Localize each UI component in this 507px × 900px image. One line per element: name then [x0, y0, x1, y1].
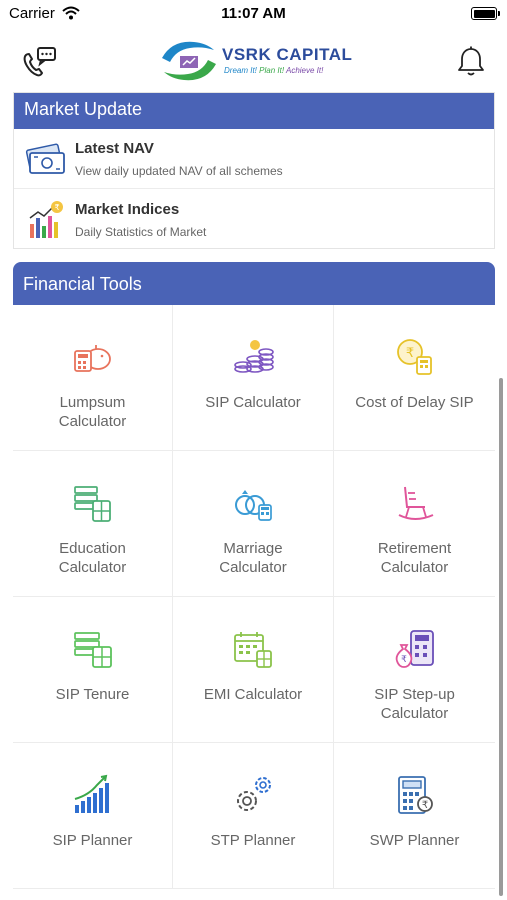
market-indices-item[interactable]: ₹ Market Indices Daily Statistics of Mar… — [14, 190, 494, 250]
tool-cost-of-delay-sip[interactable]: ₹ Cost of Delay SIP — [334, 305, 495, 451]
tool-label-line1: STP Planner — [210, 832, 296, 849]
tool-label-line1: SIP Planner — [52, 832, 133, 849]
svg-text:₹: ₹ — [421, 800, 427, 811]
financial-tools-title: Financial Tools — [23, 274, 142, 294]
tool-label: SIP Planner — [19, 831, 166, 850]
latest-nav-title: Latest NAV — [75, 140, 154, 157]
tool-sip-planner[interactable]: SIP Planner — [13, 743, 173, 889]
financial-tools-header: Financial Tools — [13, 262, 495, 305]
calendar-calculator-icon — [234, 632, 272, 668]
tool-label: Cost of Delay SIP — [340, 393, 489, 412]
tool-label-line1: Cost of Delay SIP — [355, 394, 474, 411]
tagline-part-1: Dream It! — [224, 66, 257, 75]
tool-retirement-calculator[interactable]: Retirement Calculator — [334, 451, 495, 597]
rocking-chair-icon — [398, 486, 433, 520]
tool-label-line2: Calculator — [219, 559, 287, 576]
tool-lumpsum-calculator[interactable]: Lumpsum Calculator — [13, 305, 173, 451]
tool-education-calculator[interactable]: Education Calculator — [13, 451, 173, 597]
tool-label-line2: Calculator — [380, 559, 449, 576]
tool-label: Retirement Calculator — [340, 539, 489, 577]
tagline-part-3: Achieve It! — [285, 66, 324, 75]
tool-sip-tenure[interactable]: SIP Tenure — [13, 597, 173, 743]
brand-logo: VSRK CAPITAL Dream It! Plan It! Achieve … — [158, 36, 353, 86]
gears-icon — [237, 777, 271, 811]
market-indices-subtitle: Daily Statistics of Market — [75, 225, 207, 239]
tool-sip-calculator[interactable]: SIP Calculator — [173, 305, 334, 451]
tool-label: SIP Step-up Calculator — [340, 685, 489, 723]
moneybag-calculator-icon: ₹ — [395, 630, 434, 668]
books-calculator-icon — [73, 486, 111, 522]
tools-grid: Lumpsum Calculator SIP Calculator ₹ Cost… — [13, 305, 495, 889]
tool-label: Lumpsum Calculator — [19, 393, 166, 431]
clock: 11:07 AM — [221, 5, 286, 22]
tool-label-line2: Calculator — [58, 413, 127, 430]
coins-stack-icon — [234, 340, 274, 373]
tool-label-line1: EMI Calculator — [203, 686, 303, 703]
tool-label-line2: Calculator — [58, 559, 127, 576]
tagline-part-2: Plan It! — [259, 66, 285, 75]
tool-label-line1: SWP Planner — [369, 832, 460, 849]
tool-label-line1: Education — [59, 540, 126, 557]
tool-label: Marriage Calculator — [179, 539, 327, 577]
market-update-header: Market Update — [14, 93, 494, 129]
svg-text:₹: ₹ — [401, 655, 407, 665]
market-update-title: Market Update — [24, 99, 143, 119]
tool-label: EMI Calculator — [179, 685, 327, 704]
tool-label: SIP Calculator — [179, 393, 327, 412]
tool-label-line2: Calculator — [380, 705, 449, 722]
svg-text:₹: ₹ — [405, 346, 413, 361]
market-update-card: Market Update Latest NAV View daily upda… — [13, 92, 495, 249]
tool-label: SIP Tenure — [19, 685, 166, 704]
rupee-calculator-icon: ₹ — [396, 339, 432, 375]
piggy-bank-calculator-icon — [73, 345, 111, 372]
brand-name: VSRK CAPITAL — [222, 45, 353, 64]
scrollbar[interactable] — [499, 378, 503, 896]
phone-chat-icon[interactable] — [18, 43, 58, 83]
brand-tagline: Dream It! Plan It! Achieve It! — [224, 66, 323, 75]
calculator-rupee-icon: ₹ — [397, 776, 433, 814]
bell-icon[interactable] — [455, 45, 487, 79]
tool-sip-step-up-calculator[interactable]: ₹ SIP Step-up Calculator — [334, 597, 495, 743]
svg-text:₹: ₹ — [54, 203, 59, 212]
tool-label-line1: Marriage — [223, 540, 283, 557]
tool-label: Education Calculator — [19, 539, 166, 577]
battery-icon — [471, 7, 500, 20]
bar-chart-rupee-icon: ₹ — [29, 201, 63, 238]
tool-label-line1: Lumpsum — [59, 394, 126, 411]
rings-calculator-icon — [235, 490, 272, 521]
app-header: VSRK CAPITAL Dream It! Plan It! Achieve … — [0, 27, 507, 97]
tool-label: SWP Planner — [340, 831, 489, 850]
tool-stp-planner[interactable]: STP Planner — [173, 743, 334, 889]
tool-label-line1: SIP Step-up — [374, 686, 455, 703]
books-calculator-icon — [73, 632, 112, 668]
logo-mark-icon — [162, 41, 216, 81]
latest-nav-item[interactable]: Latest NAV View daily updated NAV of all… — [14, 129, 494, 189]
tool-label-line1: SIP Tenure — [55, 686, 130, 703]
status-bar: Carrier 11:07 AM — [0, 0, 507, 27]
tool-label: STP Planner — [179, 831, 327, 850]
tool-swp-planner[interactable]: ₹ SWP Planner — [334, 743, 495, 889]
financial-tools-card: Financial Tools Lumpsum Calculator SIP C… — [13, 262, 495, 890]
growth-bars-icon — [74, 774, 109, 813]
market-indices-title: Market Indices — [75, 201, 180, 218]
tool-marriage-calculator[interactable]: Marriage Calculator — [173, 451, 334, 597]
tool-label-line1: SIP Calculator — [205, 394, 301, 411]
tool-label-line1: Retirement — [377, 540, 452, 557]
latest-nav-subtitle: View daily updated NAV of all schemes — [75, 164, 283, 178]
tool-emi-calculator[interactable]: EMI Calculator — [173, 597, 334, 743]
money-icon — [25, 143, 65, 174]
